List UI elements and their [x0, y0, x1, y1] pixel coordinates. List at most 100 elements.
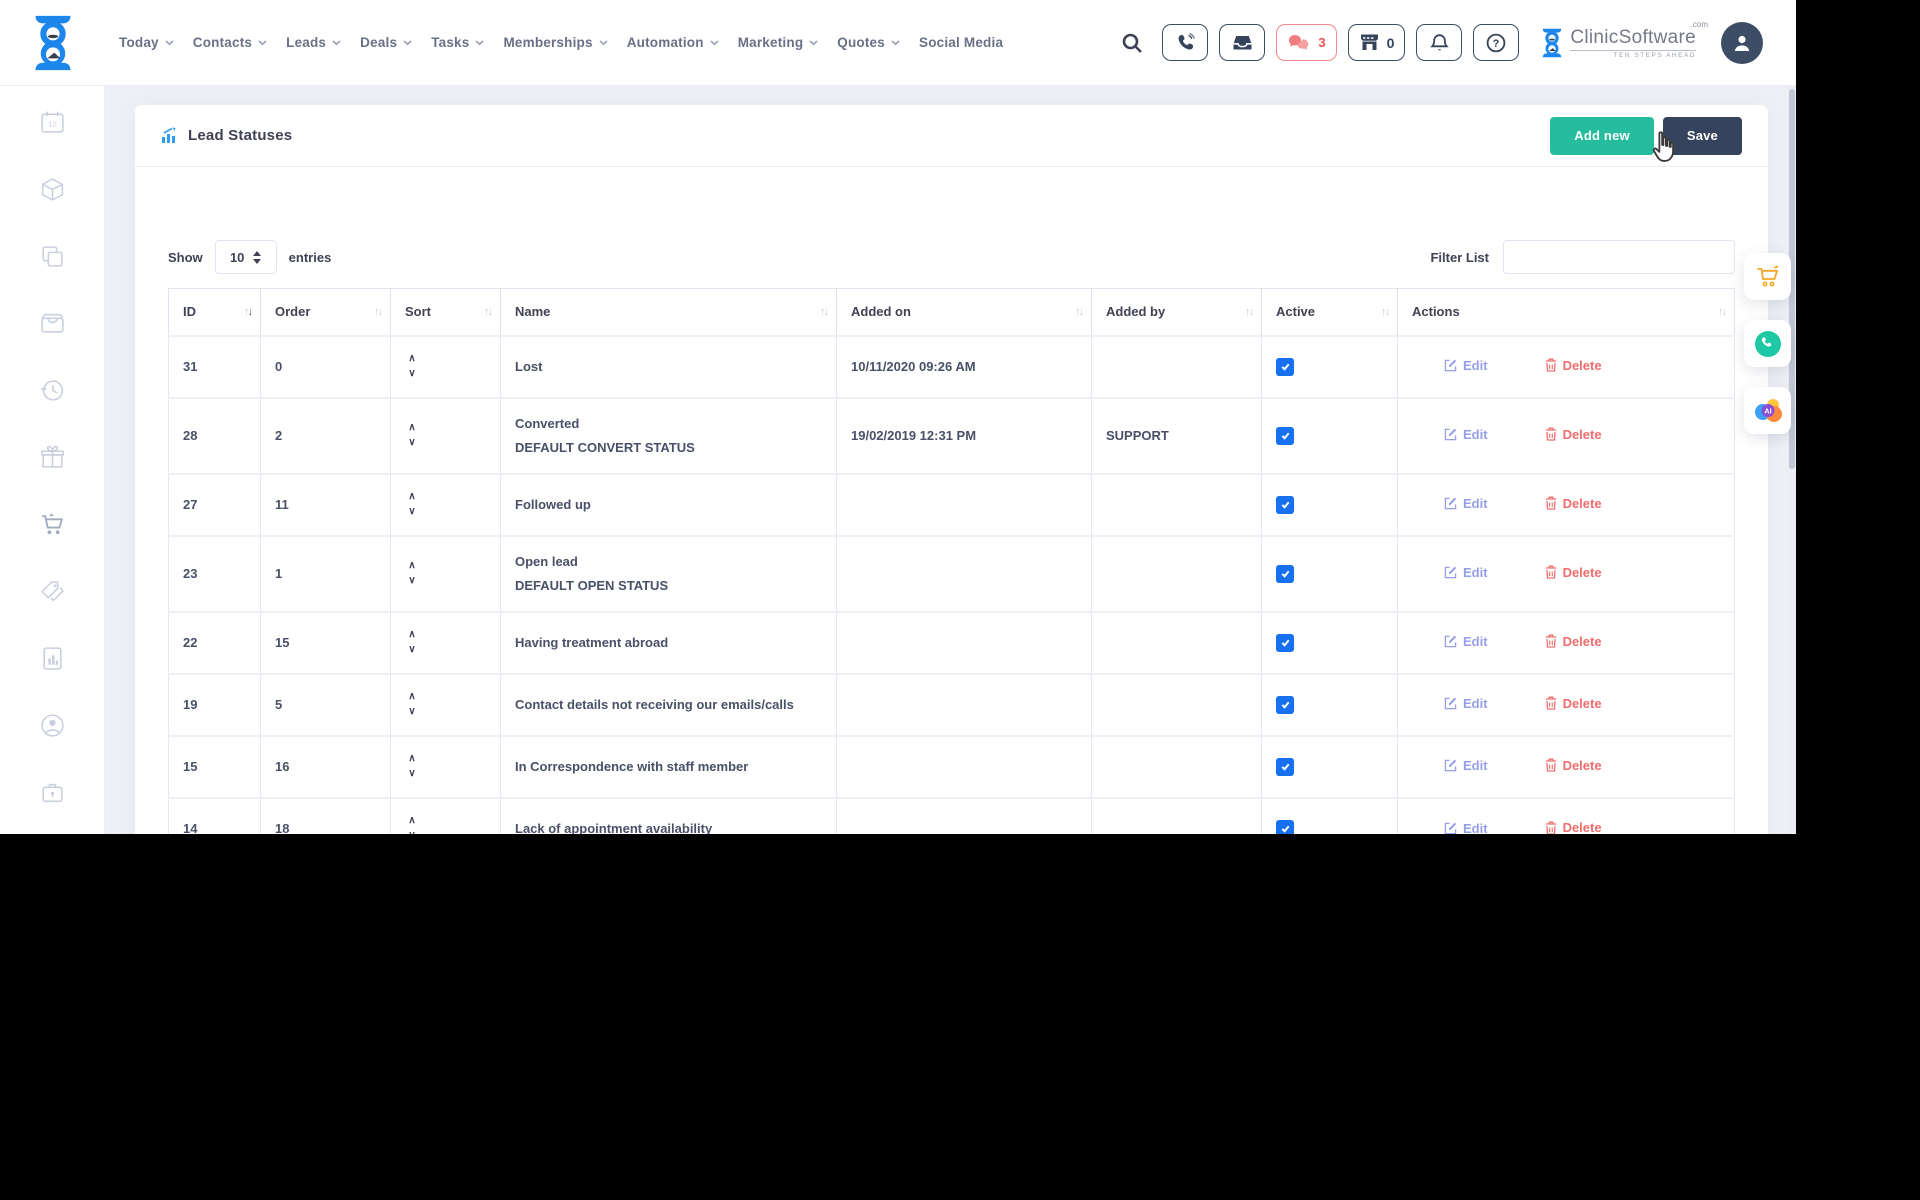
inbox-button[interactable]: [1219, 24, 1265, 61]
nav-item-automation[interactable]: Automation: [627, 35, 719, 50]
edit-link[interactable]: Edit: [1444, 496, 1488, 511]
delete-icon: [1545, 758, 1557, 772]
edit-link[interactable]: Edit: [1444, 358, 1488, 373]
column-header-name[interactable]: Name↑↓: [501, 289, 837, 336]
active-checkbox[interactable]: [1276, 427, 1294, 445]
page-size-select[interactable]: 10: [215, 240, 277, 274]
move-up-icon[interactable]: ∧: [405, 562, 419, 570]
help-button[interactable]: ?: [1473, 24, 1519, 61]
edit-link[interactable]: Edit: [1444, 758, 1488, 773]
cell-sort: ∧∨: [391, 336, 501, 398]
move-up-icon[interactable]: ∧: [405, 817, 419, 825]
move-down-icon[interactable]: ∨: [405, 832, 419, 834]
nav-item-deals[interactable]: Deals: [360, 35, 412, 50]
delete-link[interactable]: Delete: [1545, 758, 1602, 773]
report-icon[interactable]: [39, 645, 66, 672]
edit-link[interactable]: Edit: [1444, 427, 1488, 442]
delete-link[interactable]: Delete: [1545, 358, 1602, 373]
active-checkbox[interactable]: [1276, 634, 1294, 652]
edit-link[interactable]: Edit: [1444, 696, 1488, 711]
move-down-icon[interactable]: ∨: [405, 370, 419, 378]
storage-box-icon[interactable]: [39, 310, 66, 337]
move-down-icon[interactable]: ∨: [405, 770, 419, 778]
notifications-button[interactable]: [1416, 24, 1462, 61]
edit-link[interactable]: Edit: [1444, 821, 1488, 835]
column-header-active[interactable]: Active↑↓: [1262, 289, 1398, 336]
column-header-sort[interactable]: Sort↑↓: [391, 289, 501, 336]
active-checkbox[interactable]: [1276, 496, 1294, 514]
move-down-icon[interactable]: ∨: [405, 439, 419, 447]
cell-id: 31: [169, 336, 261, 398]
active-checkbox[interactable]: [1276, 758, 1294, 776]
copy-icon[interactable]: [39, 243, 66, 270]
nav-item-tasks[interactable]: Tasks: [431, 35, 484, 50]
move-down-icon[interactable]: ∨: [405, 708, 419, 716]
gift-icon[interactable]: [39, 444, 66, 471]
chat-button[interactable]: 3: [1276, 24, 1336, 61]
page-scrollbar[interactable]: [1788, 85, 1796, 834]
delete-icon: [1545, 358, 1557, 372]
tags-icon[interactable]: [39, 578, 66, 605]
shop-cart-button[interactable]: [1744, 253, 1791, 300]
delete-link[interactable]: Delete: [1545, 565, 1602, 580]
package-icon[interactable]: [39, 176, 66, 203]
case-lock-icon[interactable]: [39, 779, 66, 806]
nav-item-contacts[interactable]: Contacts: [193, 35, 267, 50]
move-down-icon[interactable]: ∨: [405, 577, 419, 585]
delete-link[interactable]: Delete: [1545, 634, 1602, 649]
sort-arrows-icon: ↑↓: [820, 306, 827, 318]
move-up-icon[interactable]: ∧: [405, 631, 419, 639]
history-icon[interactable]: [39, 377, 66, 404]
nav-item-social-media[interactable]: Social Media: [919, 35, 1003, 50]
sort-arrows-icon: ↑↓: [374, 306, 381, 318]
phone-button[interactable]: [1162, 24, 1208, 61]
delete-link[interactable]: Delete: [1545, 696, 1602, 711]
nav-item-marketing[interactable]: Marketing: [738, 35, 819, 50]
account-icon[interactable]: [39, 712, 66, 739]
edit-icon: [1444, 428, 1457, 441]
column-header-actions[interactable]: Actions↑↓: [1398, 289, 1735, 336]
delete-link[interactable]: Delete: [1545, 496, 1602, 511]
calendar-icon[interactable]: 12: [39, 109, 66, 136]
edit-icon: [1444, 497, 1457, 510]
edit-link[interactable]: Edit: [1444, 634, 1488, 649]
filter-list-input[interactable]: [1503, 240, 1735, 274]
nav-item-memberships[interactable]: Memberships: [503, 35, 607, 50]
delete-link[interactable]: Delete: [1545, 820, 1602, 834]
whatsapp-button[interactable]: [1744, 320, 1791, 367]
store-button[interactable]: 0: [1348, 24, 1406, 61]
move-up-icon[interactable]: ∧: [405, 424, 419, 432]
move-up-icon[interactable]: ∧: [405, 693, 419, 701]
nav-item-quotes[interactable]: Quotes: [837, 35, 900, 50]
user-avatar[interactable]: [1721, 22, 1763, 64]
move-up-icon[interactable]: ∧: [405, 493, 419, 501]
column-header-added-by[interactable]: Added by↑↓: [1092, 289, 1262, 336]
add-new-button[interactable]: Add new: [1550, 117, 1654, 155]
edit-icon: [1444, 635, 1457, 648]
cart-icon[interactable]: [39, 511, 66, 538]
delete-link[interactable]: Delete: [1545, 427, 1602, 442]
nav-item-today[interactable]: Today: [119, 35, 174, 50]
active-checkbox[interactable]: [1276, 358, 1294, 376]
save-button[interactable]: Save: [1663, 117, 1742, 155]
lead-statuses-table: ID↑↓Order↑↓Sort↑↓Name↑↓Added on↑↓Added b…: [168, 288, 1735, 834]
column-header-added-on[interactable]: Added on↑↓: [837, 289, 1092, 336]
ai-assistant-button[interactable]: AI: [1744, 387, 1791, 434]
move-down-icon[interactable]: ∨: [405, 508, 419, 516]
cell-order: 5: [261, 674, 391, 736]
move-up-icon[interactable]: ∧: [405, 355, 419, 363]
nav-item-leads[interactable]: Leads: [286, 35, 341, 50]
cell-active: [1262, 398, 1398, 474]
active-checkbox[interactable]: [1276, 820, 1294, 834]
search-icon[interactable]: [1121, 32, 1143, 54]
active-checkbox[interactable]: [1276, 696, 1294, 714]
column-header-order[interactable]: Order↑↓: [261, 289, 391, 336]
ai-assistant-icon: AI: [1752, 395, 1784, 427]
move-up-icon[interactable]: ∧: [405, 755, 419, 763]
active-checkbox[interactable]: [1276, 565, 1294, 583]
clinicsoftware-brand[interactable]: ClinicSoftware .com TEN STEPS AHEAD: [1540, 27, 1702, 59]
edit-link[interactable]: Edit: [1444, 565, 1488, 580]
app-logo[interactable]: [0, 15, 105, 71]
column-header-id[interactable]: ID↑↓: [169, 289, 261, 336]
move-down-icon[interactable]: ∨: [405, 646, 419, 654]
